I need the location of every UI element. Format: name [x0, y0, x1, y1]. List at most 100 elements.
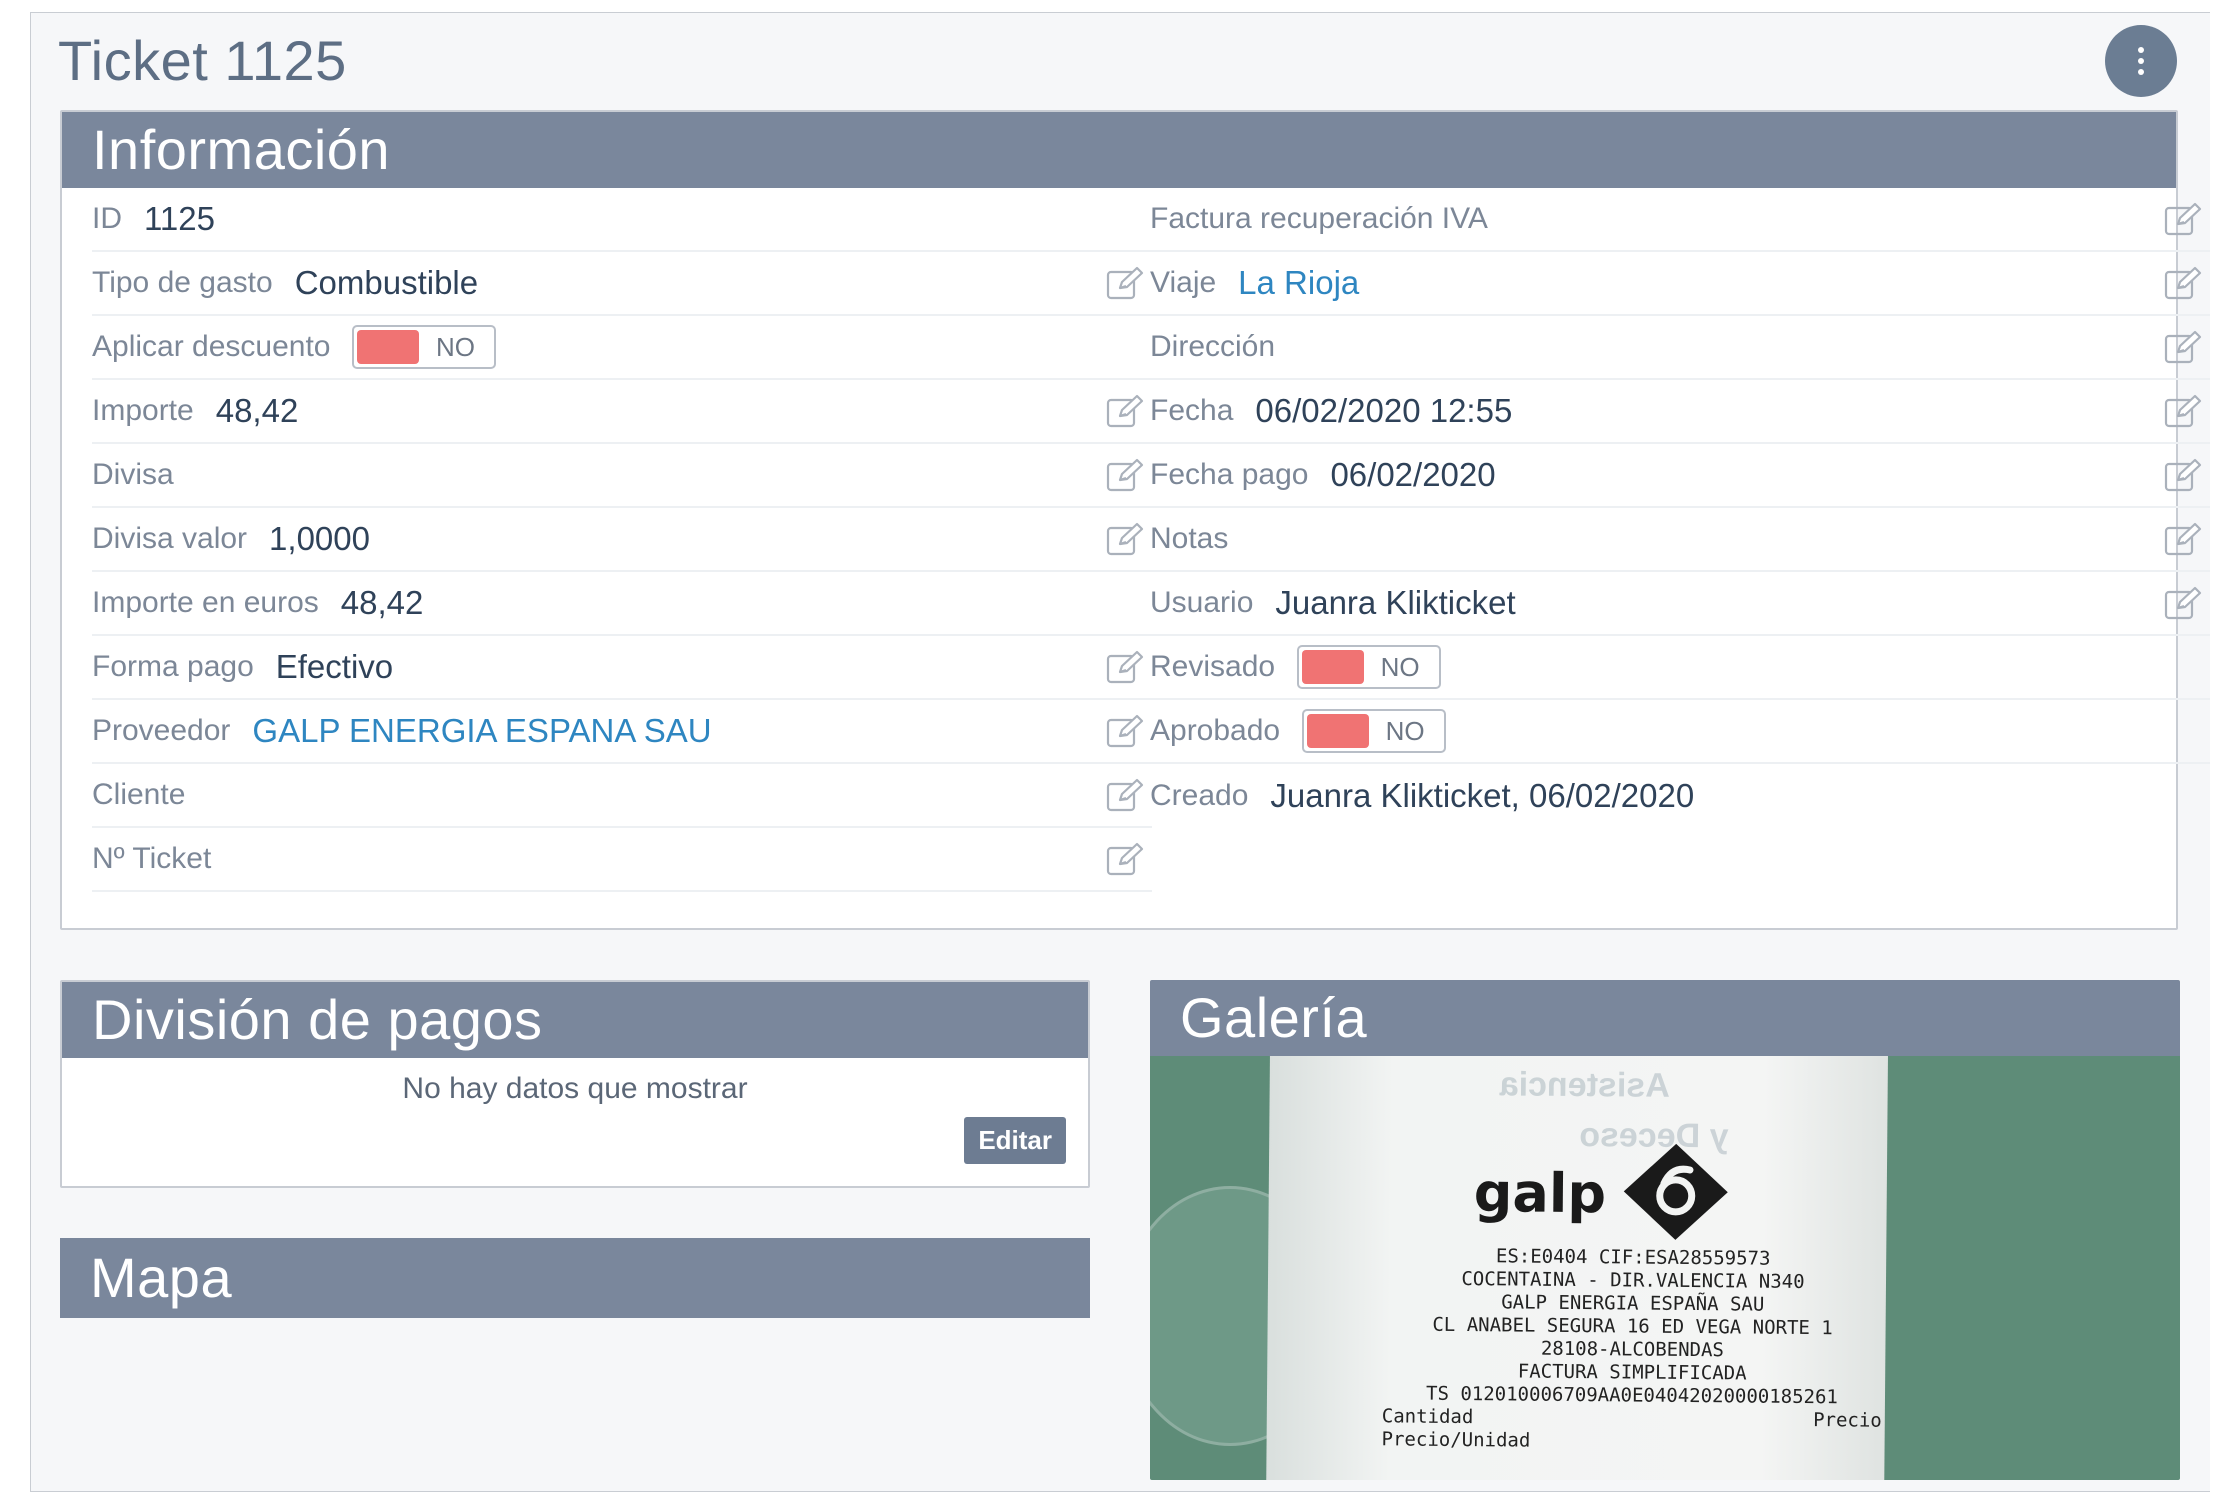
edit-icon[interactable] — [1106, 394, 1144, 428]
toggle-switch[interactable]: NO — [1297, 645, 1442, 689]
edit-icon[interactable] — [2164, 586, 2202, 620]
galp-logo-icon — [1620, 1141, 1733, 1247]
field-label: Cliente — [92, 778, 186, 811]
edit-icon[interactable] — [1106, 266, 1144, 300]
field-value: 1,0000 — [269, 520, 370, 557]
field-value: 06/02/2020 — [1330, 456, 1496, 493]
galp-logo: galp — [1473, 1140, 1732, 1247]
field-value: 06/02/2020 12:55 — [1255, 392, 1513, 429]
galp-logo-text: galp — [1473, 1161, 1607, 1226]
vertical-ellipsis-icon — [2138, 47, 2144, 53]
field-value-link[interactable]: GALP ENERGIA ESPANA SAU — [252, 712, 711, 750]
info-row: Importe en euros 48,42 — [92, 572, 1152, 636]
field-label: Revisado — [1150, 650, 1276, 683]
info-row: Creado Juanra Klikticket, 06/02/2020 — [1150, 764, 2210, 828]
field-label: Divisa valor — [92, 522, 248, 555]
gallery-panel: Galería Asistencia y Deceso galp ES:E040… — [1150, 980, 2180, 1480]
edit-icon[interactable] — [2164, 522, 2202, 556]
toggle-knob — [1307, 714, 1370, 748]
info-row: Fecha 06/02/2020 12:55 — [1150, 380, 2210, 444]
info-row: ID 1125 — [92, 188, 1152, 252]
gallery-panel-header: Galería — [1150, 980, 2180, 1056]
field-value: Combustible — [294, 264, 479, 301]
info-row: Fecha pago 06/02/2020 — [1150, 444, 2210, 508]
field-label: Divisa — [92, 458, 174, 491]
field-value: 48,42 — [215, 392, 299, 429]
edit-button[interactable]: Editar — [964, 1117, 1066, 1164]
map-panel: Mapa — [60, 1238, 1090, 1318]
field-label: Importe en euros — [92, 586, 319, 619]
field-label: Notas — [1150, 522, 1229, 555]
info-row: Divisa — [92, 444, 1152, 508]
field-value-link[interactable]: La Rioja — [1238, 264, 1359, 302]
page-title: Ticket 1125 — [58, 29, 347, 92]
field-value: 1125 — [144, 200, 215, 237]
info-row: Tipo de gasto Combustible — [92, 252, 1152, 316]
info-row: Notas — [1150, 508, 2210, 572]
edit-icon[interactable] — [1106, 842, 1144, 876]
info-row: Revisado NO — [1150, 636, 2210, 700]
toggle-switch[interactable]: NO — [352, 325, 497, 369]
field-value: Efectivo — [275, 648, 394, 685]
receipt-paper: Asistencia y Deceso galp ES:E0404 CIF:ES… — [1265, 1056, 1889, 1480]
payment-split-panel: División de pagos No hay datos que mostr… — [60, 980, 1090, 1188]
receipt-line: CL ANABEL SEGURA 16 ED VEGA NORTE 1 — [1432, 1313, 1833, 1340]
info-row: Cliente — [92, 764, 1152, 828]
field-label: Nº Ticket — [92, 842, 212, 875]
empty-message: No hay datos que mostrar — [402, 1072, 748, 1105]
receipt-bleed-through: Asistencia — [1499, 1065, 1670, 1105]
receipt-photo[interactable]: Asistencia y Deceso galp ES:E0404 CIF:ES… — [1150, 1056, 2180, 1480]
toggle-switch[interactable]: NO — [1302, 709, 1447, 753]
info-row: Usuario Juanra Klikticket — [1150, 572, 2210, 636]
edit-icon[interactable] — [2164, 458, 2202, 492]
edit-icon[interactable] — [2164, 266, 2202, 300]
field-label: Fecha — [1150, 394, 1234, 427]
info-row: Aprobado NO — [1150, 700, 2210, 764]
info-right-column: Factura recuperación IVA Viaje La Rioja Dir… — [1150, 188, 2210, 828]
field-label: Tipo de gasto — [92, 266, 273, 299]
field-label: Forma pago — [92, 650, 254, 683]
more-options-button[interactable] — [2105, 25, 2177, 97]
edit-icon[interactable] — [2164, 394, 2202, 428]
field-label: ID — [92, 202, 122, 235]
field-label: Aplicar descuento — [92, 330, 331, 363]
info-row: Nº Ticket — [92, 828, 1152, 892]
info-panel: Información ID 1125 Tipo de gasto Combustib… — [60, 110, 2210, 930]
field-value: Juanra Klikticket, 06/02/2020 — [1270, 777, 1695, 814]
info-row: Aplicar descuento NO — [92, 316, 1152, 380]
info-row: Forma pago Efectivo — [92, 636, 1152, 700]
field-value: Juanra Klikticket — [1275, 584, 1516, 621]
field-label: Proveedor — [92, 714, 231, 747]
toggle-knob — [357, 330, 420, 364]
info-row: Proveedor GALP ENERGIA ESPANA SAU — [92, 700, 1152, 764]
field-label: Factura recuperación IVA — [1150, 202, 1488, 235]
edit-icon[interactable] — [2164, 330, 2202, 364]
field-value: 48,42 — [340, 584, 424, 621]
payment-split-header: División de pagos — [62, 982, 1088, 1058]
edit-icon[interactable] — [1106, 714, 1144, 748]
edit-icon[interactable] — [1106, 522, 1144, 556]
field-label: Importe — [92, 394, 194, 427]
toggle-label: NO — [1385, 715, 1425, 746]
info-row: Divisa valor 1,0000 — [92, 508, 1152, 572]
receipt-col-left: Cantidad — [1381, 1405, 1474, 1429]
edit-icon[interactable] — [1106, 458, 1144, 492]
field-label: Fecha pago — [1150, 458, 1309, 491]
edit-icon[interactable] — [2164, 202, 2202, 236]
field-label: Dirección — [1150, 330, 1276, 363]
field-label: Usuario — [1150, 586, 1254, 619]
info-row: Dirección — [1150, 316, 2210, 380]
edit-icon[interactable] — [1106, 650, 1144, 684]
info-left-column: ID 1125 Tipo de gasto Combustible Aplicar de… — [92, 188, 1152, 892]
receipt-text: ES:E0404 CIF:ESA28559573 COCENTAINA - DIR… — [1382, 1244, 1884, 1455]
map-panel-header: Mapa — [60, 1238, 1090, 1318]
info-row: Viaje La Rioja — [1150, 252, 2210, 316]
field-label: Creado — [1150, 779, 1249, 812]
receipt-line: Precio/Unidad — [1381, 1428, 1531, 1452]
vertical-ellipsis-icon-dot — [2138, 58, 2144, 64]
toggle-knob — [1302, 650, 1365, 684]
field-label: Viaje — [1150, 266, 1217, 299]
receipt-col-right: Precio — [1813, 1409, 1882, 1432]
toggle-label: NO — [1380, 651, 1420, 682]
edit-icon[interactable] — [1106, 778, 1144, 812]
